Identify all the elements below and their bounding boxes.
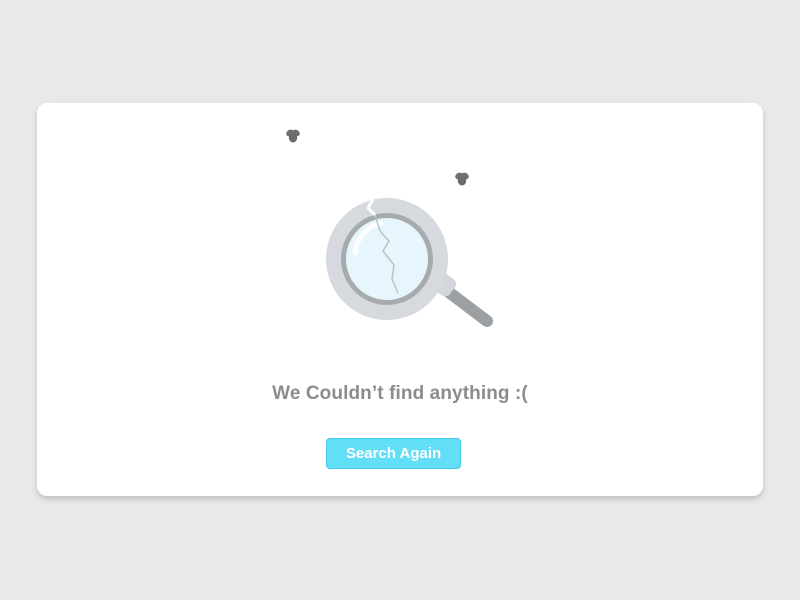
fly-icon [286,129,300,143]
empty-state-card: We Couldn’t find anything :( Search Agai… [37,103,763,496]
fly-icon [455,172,469,186]
empty-state-illustration [286,129,493,327]
empty-state-message: We Couldn’t find anything :( [272,383,528,404]
search-again-button[interactable]: Search Again [326,438,461,469]
broken-magnifying-glass-icon [326,198,493,327]
